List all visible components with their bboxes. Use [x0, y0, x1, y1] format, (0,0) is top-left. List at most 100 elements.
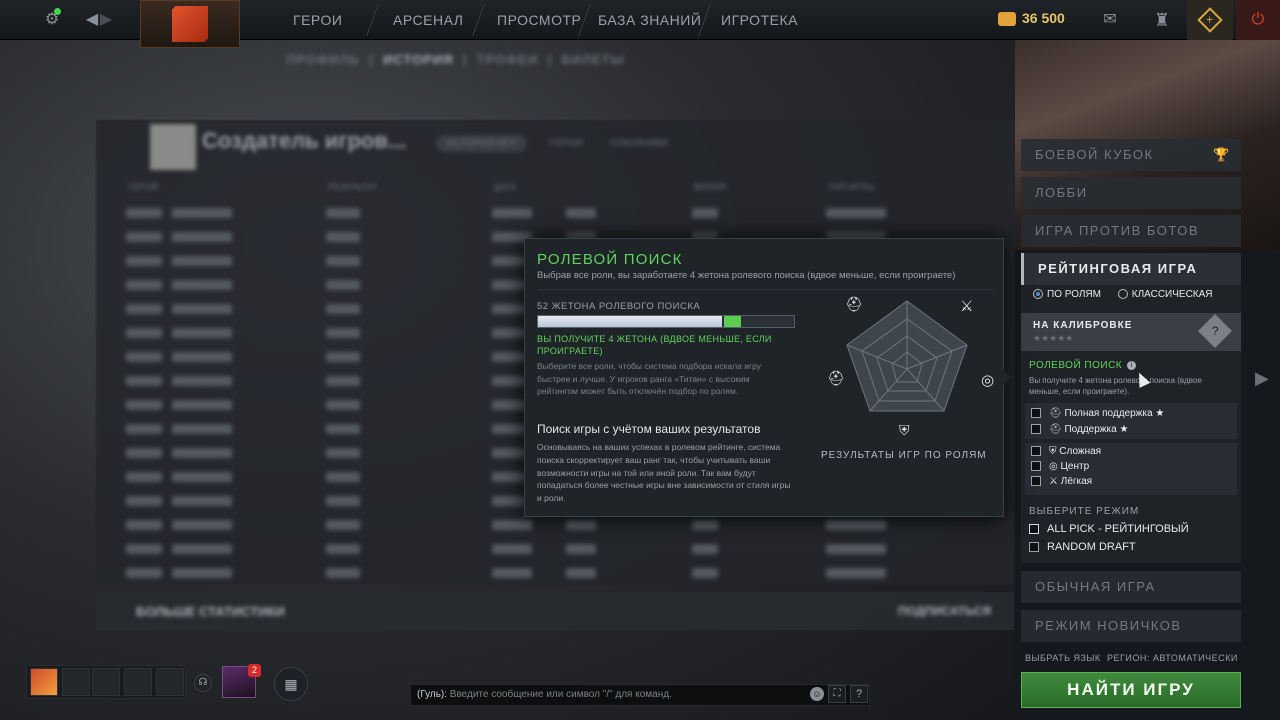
- history-cell: [126, 520, 162, 530]
- subtab-trophies[interactable]: ТРОФЕИ: [477, 52, 539, 67]
- emoji-icon[interactable]: ☺: [810, 687, 824, 701]
- calibration-medal-icon: ?: [1198, 314, 1232, 348]
- subtab-profile[interactable]: ПРОФИЛЬ: [286, 52, 360, 67]
- history-row[interactable]: [126, 564, 996, 584]
- history-cell: [172, 448, 232, 458]
- subscribe-button[interactable]: ПОДПИСАТЬСЯ: [898, 604, 991, 618]
- history-cell: [172, 544, 232, 554]
- party-slot[interactable]: [124, 668, 152, 696]
- unranked-button[interactable]: ОБЫЧНАЯ ИГРА: [1021, 571, 1241, 603]
- party-slot[interactable]: [92, 668, 120, 696]
- subtab-tickets[interactable]: БИЛЕТЫ: [561, 52, 624, 67]
- lobby-button[interactable]: ЛОББИ: [1021, 177, 1241, 209]
- history-cell: [326, 352, 360, 362]
- shards-counter[interactable]: 36 500: [998, 10, 1065, 27]
- chat-image-icon[interactable]: ⛶: [828, 685, 846, 703]
- language-button[interactable]: ВЫБРАТЬ ЯЗЫК: [1025, 653, 1101, 663]
- tab-arcade[interactable]: ИГРОТЕКА: [721, 0, 798, 40]
- mail-icon[interactable]: ✉: [1098, 8, 1122, 32]
- column-game-type: ТИП ИГРЫ: [828, 182, 875, 192]
- history-cell: [566, 568, 596, 578]
- history-row[interactable]: [126, 540, 996, 560]
- history-cell: [826, 544, 886, 554]
- mode-all-pick[interactable]: ALL PICK - РЕЙТИНГОВЫЙ: [1029, 523, 1189, 535]
- tab-armory[interactable]: АРСЕНАЛ: [393, 0, 463, 40]
- tab-learn[interactable]: БАЗА ЗНАНИЙ: [598, 0, 701, 40]
- find-match-button[interactable]: НАЙТИ ИГРУ: [1021, 672, 1241, 708]
- party-slot[interactable]: [156, 668, 184, 696]
- armory-icon[interactable]: ♜: [1150, 8, 1174, 32]
- bots-button[interactable]: ИГРА ПРОТИВ БОТОВ: [1021, 215, 1241, 247]
- history-cell: [126, 376, 162, 386]
- role-safe[interactable]: ⚔ Лёгкая: [1031, 476, 1092, 487]
- tab-watch[interactable]: ПРОСМОТР: [497, 0, 581, 40]
- subtab-history[interactable]: ИСТОРИЯ: [383, 52, 454, 67]
- mode-random-draft[interactable]: RANDOM DRAFT: [1029, 541, 1136, 553]
- popup-title: РОЛЕВОЙ ПОИСК: [537, 251, 683, 268]
- history-cell: [126, 544, 162, 554]
- tokens-progress-gain: [724, 316, 741, 327]
- region-button[interactable]: РЕГИОН: АВТОМАТИЧЕСКИ: [1107, 653, 1238, 663]
- chat-placeholder: Введите сообщение или символ "/" для ком…: [449, 689, 672, 700]
- mode-all-pick-checkbox[interactable]: [1029, 524, 1039, 535]
- forward-arrow-icon[interactable]: ▶: [94, 8, 118, 32]
- history-cell: [826, 568, 886, 578]
- ranked-title[interactable]: РЕЙТИНГОВАЯ ИГРА: [1021, 253, 1241, 285]
- new-player-button[interactable]: РЕЖИМ НОВИЧКОВ: [1021, 610, 1241, 642]
- history-cell: [172, 424, 232, 434]
- history-cell: [172, 496, 232, 506]
- role-search-title: РОЛЕВОЙ ПОИСК: [1029, 360, 1123, 371]
- panel-collapse-arrow-icon[interactable]: ▶: [1255, 368, 1269, 389]
- radio-classic[interactable]: КЛАССИЧЕСКАЯ: [1117, 289, 1213, 300]
- voice-chat-icon[interactable]: ☊: [194, 674, 212, 692]
- role-offlane-checkbox[interactable]: [1031, 446, 1041, 457]
- radar-grid: [846, 300, 968, 412]
- chat-input[interactable]: (Гуль): Введите сообщение или символ "/"…: [410, 684, 870, 706]
- profile-avatar: [150, 124, 196, 170]
- mode-random-draft-checkbox[interactable]: [1029, 542, 1039, 553]
- role-mid[interactable]: ◎ Центр: [1031, 461, 1089, 472]
- role-soft-support[interactable]: ⛑ Поддержка ★: [1031, 424, 1128, 435]
- my-avatar[interactable]: [30, 668, 58, 696]
- dota-logo-button[interactable]: [140, 0, 240, 48]
- toggle-allies[interactable]: СОЮЗНИКИ: [610, 138, 668, 149]
- history-cell: [326, 376, 360, 386]
- role-soft-support-checkbox[interactable]: [1031, 424, 1041, 435]
- offlane-icon: ◎: [981, 371, 994, 389]
- party-slot[interactable]: [62, 668, 90, 696]
- plus-battlepass-button[interactable]: +: [1187, 0, 1233, 40]
- role-hard-support-checkbox[interactable]: [1031, 408, 1041, 419]
- history-cell: [172, 568, 232, 578]
- chat-help-icon[interactable]: ?: [850, 685, 868, 703]
- shards-amount: 36 500: [1022, 10, 1065, 26]
- role-safe-checkbox[interactable]: [1031, 476, 1041, 487]
- toggle-match-history[interactable]: ИСТОРИЯ ИГР: [436, 135, 527, 152]
- toggle-heroes[interactable]: ГЕРОИ: [549, 138, 583, 149]
- section-title: Поиск игры с учётом ваших результатов: [537, 422, 761, 436]
- tab-heroes[interactable]: ГЕРОИ: [293, 0, 342, 40]
- history-row[interactable]: [126, 516, 996, 536]
- history-row[interactable]: [126, 204, 996, 224]
- tab-divider: [366, 4, 379, 36]
- ranked-box: РЕЙТИНГОВАЯ ИГРА ПО РОЛЯМ КЛАССИЧЕСКАЯ Н…: [1021, 253, 1241, 563]
- soft-support-icon: ⛑: [1049, 424, 1065, 435]
- radio-roles[interactable]: ПО РОЛЯМ: [1033, 289, 1101, 300]
- role-mid-checkbox[interactable]: [1031, 461, 1041, 472]
- more-stats-button[interactable]: БОЛЬШЕ СТАТИСТИКИ: [136, 604, 285, 619]
- carry-sword-icon: ⚔: [960, 297, 973, 315]
- info-icon[interactable]: i: [1127, 361, 1136, 370]
- chat-channel: (Гуль):: [417, 689, 448, 700]
- role-offlane[interactable]: ⛨ Сложная: [1031, 446, 1101, 457]
- role-hard-support[interactable]: ⛑ Полная поддержка ★: [1031, 408, 1164, 419]
- radio-classic-label: КЛАССИЧЕСКАЯ: [1131, 289, 1213, 300]
- popup-subtitle: Выбрав все роли, вы заработаете 4 жетона…: [537, 270, 956, 281]
- power-button[interactable]: ⏻: [1236, 0, 1280, 40]
- battle-cup-button[interactable]: БОЕВОЙ КУБОК 🏆: [1021, 139, 1241, 171]
- player-name: Создатель игров...: [202, 128, 407, 153]
- role-safe-label: Лёгкая: [1060, 476, 1093, 487]
- history-cell: [326, 232, 360, 242]
- friends-list-button[interactable]: ▦: [274, 667, 308, 701]
- dota-logo-icon: [172, 6, 208, 42]
- popup-note: Выберите все роли, чтобы система подбора…: [537, 361, 762, 396]
- offlane-icon: ⛨: [1049, 446, 1060, 457]
